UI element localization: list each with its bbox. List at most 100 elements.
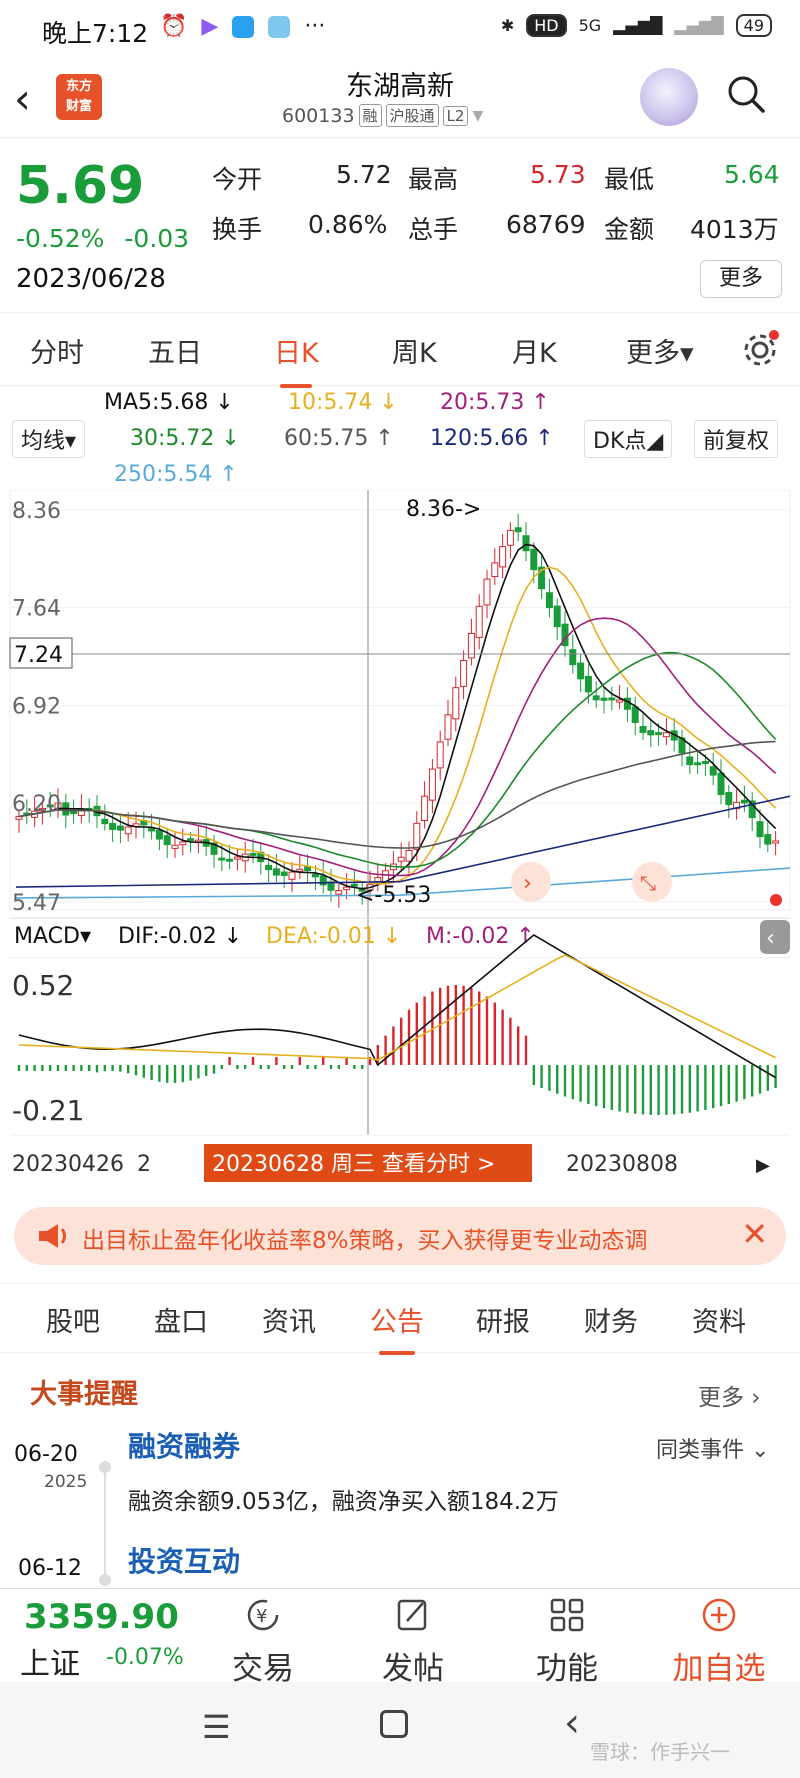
same-events-label: 同类事件 bbox=[656, 1438, 745, 1463]
index-name[interactable]: 上证 bbox=[20, 1639, 80, 1683]
candle-body bbox=[413, 822, 421, 850]
post-button[interactable]: 发帖 bbox=[358, 1597, 468, 1688]
banner-text: 出目标止盈年化收益率8%策略，买入获得更专业动态调 bbox=[82, 1228, 648, 1254]
tab-announcements[interactable]: 公告 bbox=[370, 1300, 424, 1355]
next-arrow-icon: › bbox=[523, 871, 532, 896]
status-app-icons: ⏰ ▶ ··· bbox=[160, 14, 325, 39]
candle-body bbox=[436, 741, 444, 769]
events-more-link[interactable]: 更多 › bbox=[698, 1378, 761, 1412]
field-value: 5.72 bbox=[336, 160, 392, 189]
period-tabs: 分时 五日 日K 周K 月K 更多▾ bbox=[0, 312, 800, 388]
ma30-value: 30:5.72 ↓ bbox=[130, 426, 240, 451]
play-icon: ▶ bbox=[201, 14, 219, 39]
yen-cycle-icon: ¥ bbox=[247, 1599, 279, 1631]
collapse-button[interactable] bbox=[760, 920, 790, 954]
candle-body bbox=[397, 856, 405, 862]
candle-body bbox=[522, 535, 530, 552]
candle-body bbox=[155, 830, 163, 840]
change-abs: -0.03 bbox=[124, 224, 190, 253]
field-label: 最低 bbox=[604, 165, 655, 194]
candle-body bbox=[218, 857, 226, 861]
candle-body bbox=[655, 732, 663, 736]
current-price: 5.69 bbox=[16, 156, 145, 216]
candle-body bbox=[187, 838, 195, 842]
more-quote-button[interactable]: 更多 bbox=[700, 260, 782, 298]
close-icon[interactable]: ✕ bbox=[741, 1215, 768, 1253]
candle-body bbox=[499, 546, 507, 568]
collapse-icon: ‹ bbox=[766, 926, 775, 951]
tab-forum[interactable]: 股吧 bbox=[46, 1300, 100, 1339]
same-events-link[interactable]: 同类事件 ⌄ bbox=[656, 1432, 769, 1464]
candle-body bbox=[265, 864, 273, 871]
watermark: 雪球：作手兴一 bbox=[590, 1740, 730, 1764]
dk-point-button[interactable]: DK点◢ bbox=[584, 420, 673, 458]
event-title[interactable]: 融资融券 bbox=[128, 1425, 240, 1465]
field-value: 68769 bbox=[506, 210, 586, 239]
candle-body bbox=[163, 835, 171, 846]
settings-gear-icon[interactable] bbox=[740, 329, 780, 369]
hd-icon: HD bbox=[526, 14, 567, 37]
tab-orderbook[interactable]: 盘口 bbox=[154, 1300, 208, 1339]
system-nav-bar: ☰ ‹ 雪球：作手兴一 bbox=[0, 1682, 800, 1778]
menu-icon[interactable]: ☰ bbox=[202, 1708, 231, 1746]
candle-body bbox=[272, 868, 280, 876]
stock-header: ‹ 东方 财富 东湖高新 600133 融 沪股通 L2 ▼ bbox=[0, 58, 800, 138]
low-marker: <-5.53 bbox=[356, 883, 431, 908]
price-change: -0.52% -0.03 bbox=[16, 224, 189, 253]
candle-body bbox=[335, 890, 343, 895]
tab-more[interactable]: 更多▾ bbox=[626, 331, 694, 370]
candle-body bbox=[109, 822, 117, 830]
tab-finance[interactable]: 财务 bbox=[584, 1300, 638, 1339]
tab-daily-k[interactable]: 日K bbox=[274, 331, 319, 388]
info-tabs: 股吧 盘口 资讯 公告 研报 财务 资料 bbox=[0, 1283, 800, 1355]
signal-icon: ▂▄▆█ bbox=[613, 16, 663, 35]
search-icon[interactable] bbox=[726, 74, 766, 114]
index-value[interactable]: 3359.90 bbox=[24, 1597, 179, 1637]
functions-button[interactable]: 功能 bbox=[512, 1597, 622, 1688]
event-title[interactable]: 投资互动 bbox=[128, 1540, 240, 1580]
candle-body bbox=[405, 849, 413, 862]
trade-button[interactable]: ¥ 交易 bbox=[208, 1597, 318, 1688]
add-watchlist-button[interactable]: 加自选 bbox=[664, 1597, 774, 1688]
tab-5day[interactable]: 五日 bbox=[148, 331, 202, 370]
back-nav-icon[interactable]: ‹ bbox=[564, 1700, 580, 1746]
tab-news[interactable]: 资讯 bbox=[262, 1300, 316, 1339]
x-label-start: 20230426 bbox=[12, 1152, 124, 1177]
candle-body bbox=[577, 662, 585, 680]
tab-profile[interactable]: 资料 bbox=[692, 1300, 746, 1339]
scroll-right-icon[interactable]: ▶ bbox=[756, 1155, 770, 1176]
candle-body bbox=[631, 706, 639, 724]
more-dots: ··· bbox=[304, 14, 326, 39]
candle-body bbox=[717, 772, 725, 796]
promo-banner[interactable]: 出目标止盈年化收益率8%策略，买入获得更专业动态调 ✕ bbox=[14, 1207, 786, 1265]
home-icon[interactable] bbox=[380, 1710, 408, 1738]
candle-body bbox=[764, 834, 772, 845]
candle-body bbox=[116, 825, 124, 831]
dropdown-icon: ▼ bbox=[472, 107, 484, 124]
macd-selector[interactable]: MACD▾ bbox=[14, 924, 91, 949]
alarm-icon: ⏰ bbox=[160, 14, 188, 39]
grid-icon bbox=[550, 1598, 584, 1632]
weather-icon bbox=[268, 15, 291, 38]
ma60-value: 60:5.75 ↑ bbox=[284, 426, 394, 451]
tab-monthly-k[interactable]: 月K bbox=[512, 331, 557, 370]
candle-body bbox=[343, 886, 351, 891]
adjust-button[interactable]: 前复权 bbox=[694, 420, 779, 458]
kline-chart[interactable]: 8.367.646.926.205.47 7.24 8.36-> <-5.53 … bbox=[0, 490, 800, 1240]
candle-body bbox=[374, 877, 382, 882]
ma-selector-button[interactable]: 均线▾ bbox=[12, 420, 86, 458]
candle-body bbox=[428, 768, 436, 801]
macd-dea: DEA:-0.01 ↓ bbox=[266, 924, 401, 949]
edit-icon bbox=[397, 1599, 427, 1631]
y-axis-label: 8.36 bbox=[12, 499, 61, 524]
event-date: 06-20 bbox=[14, 1442, 78, 1467]
tab-research[interactable]: 研报 bbox=[476, 1300, 530, 1339]
tag-l2: L2 bbox=[442, 105, 469, 126]
y-axis-label: 6.20 bbox=[12, 792, 61, 817]
stock-code-row[interactable]: 600133 融 沪股通 L2 ▼ bbox=[282, 104, 483, 127]
tab-intraday[interactable]: 分时 bbox=[30, 331, 84, 370]
candle-body bbox=[616, 699, 624, 703]
robot-assistant-icon[interactable] bbox=[640, 68, 698, 126]
tab-weekly-k[interactable]: 周K bbox=[392, 331, 437, 370]
candle-body bbox=[124, 826, 132, 835]
